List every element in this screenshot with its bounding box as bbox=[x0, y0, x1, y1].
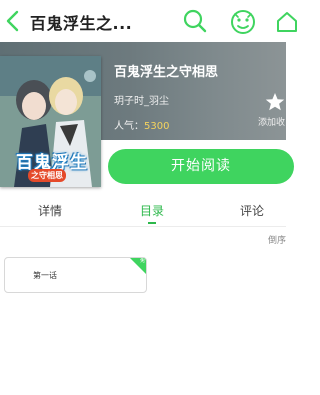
book-cover[interactable]: 百鬼浮生 之守相思 bbox=[0, 56, 101, 187]
cover-subtitle-text: 之守相思 bbox=[28, 169, 66, 182]
start-reading-button[interactable]: 开始阅读 bbox=[108, 149, 294, 184]
free-tag-text: 免 bbox=[139, 258, 145, 264]
star-icon[interactable] bbox=[265, 92, 285, 112]
book-title: 百鬼浮生之守相思 bbox=[114, 65, 219, 80]
active-tab-indicator bbox=[148, 222, 156, 224]
sort-order-toggle[interactable]: 倒序 bbox=[268, 233, 286, 246]
tabs-divider bbox=[0, 226, 286, 227]
page-title: 百鬼浮生之... bbox=[30, 14, 133, 33]
popularity-label: 人气： bbox=[114, 121, 144, 132]
home-icon[interactable] bbox=[276, 9, 298, 35]
popularity: 人气：5300 bbox=[114, 117, 169, 132]
chevron-left-icon[interactable] bbox=[2, 8, 24, 34]
add-to-shelf-button[interactable]: 添加收 bbox=[258, 115, 285, 128]
popularity-value: 5300 bbox=[144, 121, 170, 132]
chapter-item[interactable]: 第一话 免 bbox=[4, 257, 147, 293]
chapter-title: 第一话 bbox=[33, 271, 57, 280]
top-bar: 百鬼浮生之... bbox=[0, 0, 297, 42]
book-author[interactable]: 玥子时_羽尘 bbox=[114, 92, 169, 107]
search-icon[interactable] bbox=[182, 8, 208, 34]
smiley-face-icon[interactable] bbox=[229, 8, 257, 36]
tab-bar: 详情 目录 评论 bbox=[0, 196, 286, 226]
tab-catalog[interactable]: 目录 bbox=[140, 202, 164, 219]
tab-details[interactable]: 详情 bbox=[38, 202, 62, 219]
tab-comments[interactable]: 评论 bbox=[240, 202, 264, 219]
